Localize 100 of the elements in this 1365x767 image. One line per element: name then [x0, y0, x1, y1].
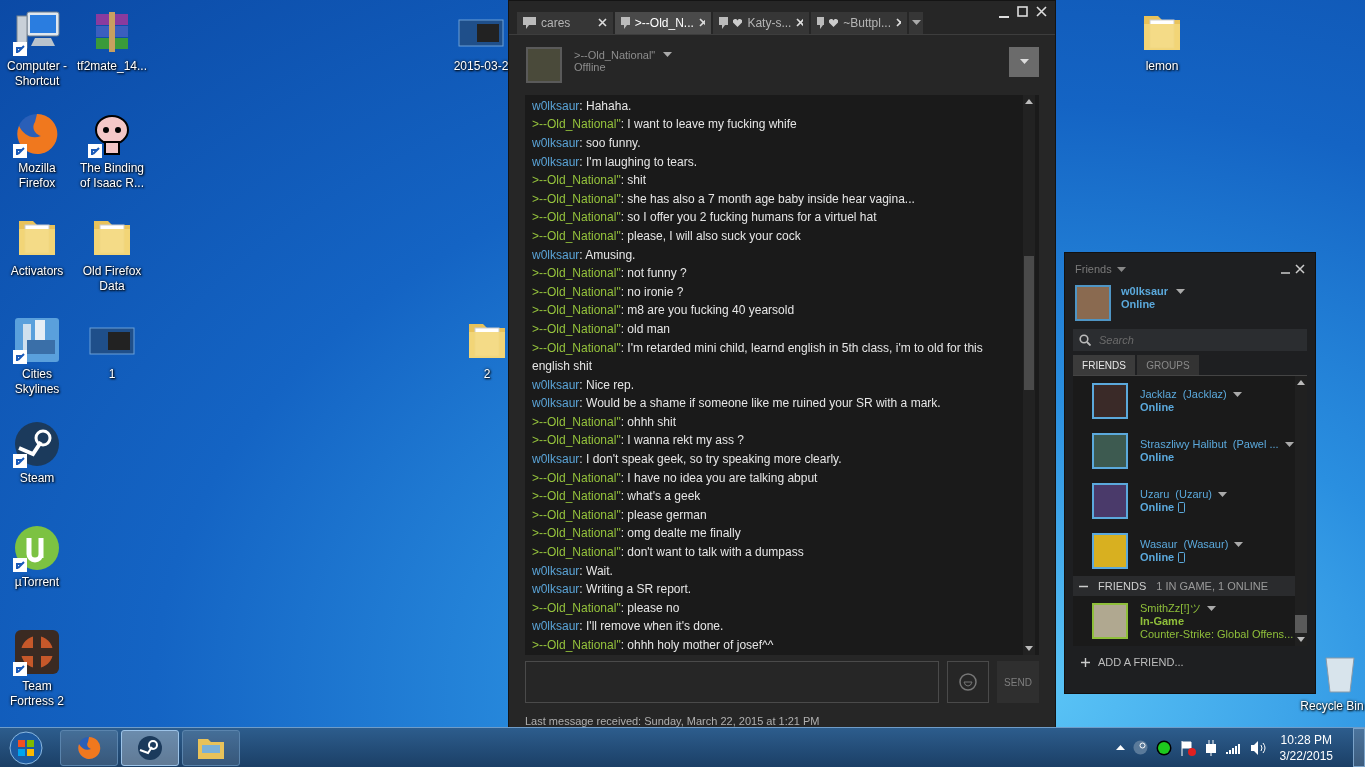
chat-message: >--Old_National": ohhh shit [532, 413, 677, 431]
clock-date[interactable]: 3/22/2015 [1279, 747, 1333, 764]
computer-icon[interactable] [13, 8, 61, 56]
contact-name[interactable]: >--Old_National" [574, 48, 656, 61]
search-bar[interactable]: Search [1073, 329, 1307, 351]
caret-icon [1284, 442, 1294, 447]
chat-tab[interactable]: Katy-s... [713, 11, 809, 34]
chat-message: >--Old_National": omg dealte me finally [532, 525, 742, 543]
clock-time[interactable]: 10:28 PM [1280, 731, 1332, 748]
utorrent-icon[interactable] [13, 524, 61, 572]
friends-tab[interactable]: FRIENDS [1073, 355, 1135, 375]
desktop-icon-label: Activators [9, 264, 65, 279]
chat-message: >--Old_National": so I offer you 2 fucking humans for a virtuel hat [532, 209, 878, 227]
caret-icon [1019, 59, 1029, 65]
scroll-down-icon[interactable] [1297, 637, 1305, 642]
scroll-up-icon[interactable] [1025, 98, 1033, 104]
cities-icon[interactable] [13, 316, 61, 364]
chat-message: >--Old_National": not funny ? [532, 265, 688, 283]
scroll-thumb[interactable] [1024, 255, 1034, 390]
steam-icon[interactable] [13, 420, 61, 468]
desktop-icon-label: Cities Skylines [13, 367, 61, 397]
desktop-icon-label: Computer - Shortcut [6, 59, 68, 89]
close-icon[interactable] [895, 18, 901, 28]
user-name[interactable]: w0lksaur [1121, 285, 1169, 298]
steam-icon[interactable] [1132, 740, 1148, 755]
friend-status: Online [1140, 401, 1175, 414]
group-header[interactable]: FRIENDS 1 IN GAME, 1 ONLINE [1073, 576, 1295, 596]
chat-bubble-icon [621, 16, 630, 29]
chat-message: w0lksaur: Amusing. [532, 246, 637, 264]
speaker-icon[interactable] [1249, 740, 1266, 755]
power-plug-icon[interactable] [1203, 739, 1218, 756]
close-icon[interactable] [1036, 6, 1047, 17]
chat-tab[interactable]: >--Old_N... [615, 11, 711, 34]
chat-message: w0lksaur: Nice rep. [532, 376, 636, 394]
tab-dropdown[interactable] [909, 11, 923, 34]
friend-name[interactable]: Jacklaz [1140, 388, 1177, 401]
add-friend-button[interactable]: ADD A FRIEND... [1081, 656, 1315, 668]
caret-icon [663, 52, 673, 58]
friend-status: Online [1140, 451, 1175, 464]
heart-icon [733, 18, 743, 27]
chat-message: w0lksaur: Hahaha. [532, 97, 633, 115]
show-desktop-button[interactable] [1353, 728, 1365, 767]
caret-icon [1176, 289, 1186, 294]
friends-tab[interactable]: GROUPS [1137, 355, 1199, 375]
friend-name[interactable]: Straszliwy Halibut [1140, 438, 1227, 451]
chat-message: >--Old_National": old man [532, 320, 671, 338]
contact-status: Offline [574, 60, 606, 73]
steam-icon [137, 734, 163, 761]
chat-bubble-icon [523, 16, 536, 29]
friend-avatar [1092, 433, 1128, 469]
desktop-icon-label: Old Firefox Data [81, 264, 143, 294]
phone-icon [1178, 502, 1186, 513]
scroll-down-icon[interactable] [1025, 646, 1033, 652]
caret-icon [1218, 492, 1227, 497]
chat-message: >--Old_National": shit [532, 172, 647, 190]
flag-icon[interactable] [1179, 739, 1196, 756]
taskbar-button[interactable] [182, 729, 240, 766]
close-icon[interactable] [796, 18, 803, 28]
desktop-icon-label: The Binding of Isaac R... [78, 161, 145, 191]
chat-message: w0lksaur: I'll remove when it's done. [532, 618, 725, 636]
chat-message: w0lksaur: I don't speak geek, so try speaking more clearly. [532, 451, 843, 469]
cloud-icon[interactable] [1155, 739, 1172, 756]
taskbar-button[interactable] [121, 729, 179, 766]
options-dropdown[interactable] [1009, 46, 1039, 77]
chat-tab[interactable]: cares [517, 11, 613, 34]
close-icon[interactable] [598, 18, 607, 28]
caret-icon [1206, 605, 1216, 611]
close-icon[interactable] [1295, 264, 1305, 274]
friend-game: Counter-Strike: Global Offens... [1140, 627, 1294, 641]
scroll-thumb[interactable] [1295, 615, 1307, 633]
friend-name[interactable]: Wasaur [1140, 538, 1178, 551]
friend-status: Online [1140, 551, 1175, 564]
emoticon-button[interactable] [947, 661, 989, 703]
scrollbar[interactable] [1023, 94, 1035, 656]
friends-title[interactable]: Friends [1075, 263, 1112, 275]
chat-message: >--Old_National": I wanna rekt my ass ? [532, 432, 746, 450]
friend-name[interactable]: Uzaru [1140, 488, 1170, 501]
tf2-icon[interactable] [13, 628, 61, 676]
signal-bars-icon[interactable] [1225, 741, 1242, 754]
search-input[interactable]: Search [1097, 333, 1281, 347]
user-status: Online [1121, 298, 1157, 311]
friend-status: In-Game [1140, 614, 1184, 628]
close-icon[interactable] [698, 18, 705, 28]
desktop-icon-label: Steam [18, 471, 56, 486]
maximize-icon[interactable] [1017, 6, 1028, 17]
chat-message: >--Old_National": no ironie ? [532, 283, 685, 301]
friend-name[interactable]: SmithZz[!]ツ [1140, 601, 1201, 615]
chat-message: w0lksaur: Writing a SR report. [532, 581, 693, 599]
up-arrow-icon[interactable] [1115, 745, 1125, 750]
chat-message: >--Old_National": ohhh holy mother of josef^^ [532, 637, 775, 654]
chat-message: >--Old_National": I'm retarded mini child, learnd english in 5th class, i'm to old for this english shit [532, 339, 984, 376]
chat-message: >--Old_National": please no [532, 599, 681, 617]
caret-icon [911, 20, 921, 26]
chat-tab[interactable]: ~Buttpl... [811, 11, 907, 34]
message-input[interactable] [525, 661, 939, 703]
desktop-icon-label: 2015-03-2 [452, 59, 510, 74]
heart-icon [829, 18, 839, 27]
scroll-up-icon[interactable] [1297, 380, 1305, 385]
firefox-icon [76, 734, 102, 761]
smiley-icon [959, 673, 977, 692]
